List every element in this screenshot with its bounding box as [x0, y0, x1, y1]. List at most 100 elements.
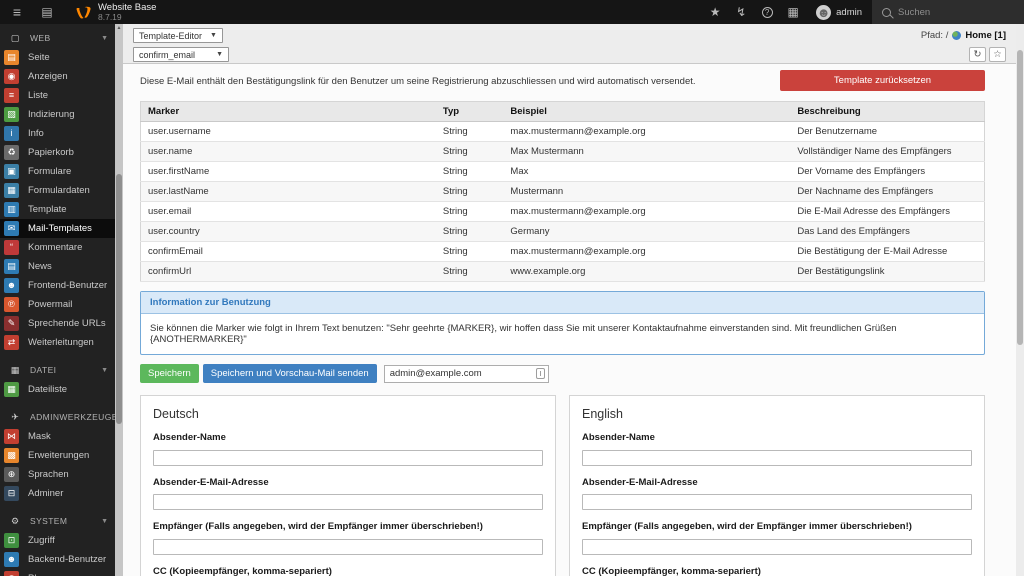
sidebar-item-papierkorb[interactable]: ♻Papierkorb	[0, 143, 115, 162]
user-menu[interactable]: ☻ admin	[806, 0, 872, 24]
preview-email-input[interactable]	[390, 368, 536, 379]
module-list-icon[interactable]: ▤	[34, 0, 60, 24]
sidebar-item-anzeigen[interactable]: ◉ Anzeigen	[0, 67, 115, 86]
sidebar-item-planer[interactable]: ◷Planer	[0, 569, 115, 576]
table-cell: www.example.org	[503, 262, 790, 282]
reset-template-button[interactable]: Template zurücksetzen	[780, 70, 985, 91]
paper-plane-icon: ✈	[9, 412, 21, 423]
eye-icon: ◉	[4, 69, 19, 84]
table-cell: String	[436, 142, 504, 162]
module-function-select[interactable]: Template-Editor ▼	[133, 28, 223, 43]
template-select[interactable]: confirm_email ▼	[133, 47, 229, 62]
image-icon: ▦	[9, 365, 21, 376]
sidebar-item-formulardaten[interactable]: ▦Formulardaten	[0, 181, 115, 200]
save-button[interactable]: Speichern	[140, 364, 199, 383]
panel-title: English	[582, 407, 972, 421]
sidebar-item-news[interactable]: ▤News	[0, 257, 115, 276]
sidebar-item-backend-benutzer[interactable]: ☻Backend-Benutzer	[0, 550, 115, 569]
module-menu: ▢WEB▼▤Seite ◉ Anzeigen ≡Liste▧IndizierungiI…	[0, 24, 115, 576]
sidebar-item-label: Frontend-Benutzer	[28, 280, 107, 291]
sidebar-item-info[interactable]: iInfo	[0, 124, 115, 143]
mask-icon: ⋈	[4, 429, 19, 444]
scroll-up-icon[interactable]: ▲	[115, 25, 123, 31]
table-row: user.firstNameStringMaxDer Vorname des E…	[141, 162, 985, 182]
sidebar-item-indizierung[interactable]: ▧Indizierung	[0, 105, 115, 124]
sidebar-item-label: Zugriff	[28, 535, 55, 546]
field-label: Empfänger (Falls angegeben, wird der Emp…	[582, 521, 972, 532]
doc-header: Template-Editor ▼ Pfad: / Home [1] confi…	[123, 24, 1016, 64]
collapse-icon[interactable]: ▼	[101, 518, 108, 525]
table-cell: Der Vorname des Empfängers	[790, 162, 984, 182]
collapse-icon[interactable]: ▼	[101, 35, 108, 42]
marker-table: MarkerTypBeispielBeschreibung user.usern…	[140, 101, 985, 282]
deutsch-absender-e-mail-adresse-input[interactable]	[153, 494, 543, 510]
refresh-button[interactable]: ↻	[969, 47, 986, 62]
extensions-icon: ▩	[4, 448, 19, 463]
table-cell: user.country	[141, 222, 436, 242]
field-label: Absender-E-Mail-Adresse	[582, 477, 972, 488]
sidebar-item-frontend-benutzer[interactable]: ☻Frontend-Benutzer	[0, 276, 115, 295]
sidebar-item-sprachen[interactable]: ⊕Sprachen	[0, 465, 115, 484]
section-header-adminwerkzeuge[interactable]: ✈ADMINWERKZEUGE▼	[0, 407, 115, 427]
sidebar-item-mask[interactable]: ⋈Mask	[0, 427, 115, 446]
save-preview-button[interactable]: Speichern und Vorschau-Mail senden	[203, 364, 377, 383]
sidebar-scrollbar-thumb[interactable]	[116, 174, 122, 424]
section-header-web[interactable]: ▢WEB▼	[0, 28, 115, 48]
bookmark-star-icon[interactable]: ★	[702, 0, 728, 24]
deutsch-empf-nger-input[interactable]	[153, 539, 543, 555]
topbar: ≡ ▤ Website Base 8.7.19 ★ ↯ ? ▦ ☻ admin …	[0, 0, 1024, 24]
sidebar-item-mail-templates[interactable]: ✉Mail-Templates	[0, 219, 115, 238]
form-field: CC (Kopieempfänger, komma-separiert)	[153, 566, 543, 576]
main-scrollbar[interactable]	[1016, 24, 1024, 576]
main-scrollbar-thumb[interactable]	[1017, 50, 1023, 345]
lock-icon: ⊡	[4, 533, 19, 548]
table-cell: confirmEmail	[141, 242, 436, 262]
sidebar-item-adminer[interactable]: ⊟Adminer	[0, 484, 115, 503]
sidebar-item-erweiterungen[interactable]: ▩Erweiterungen	[0, 446, 115, 465]
english-absender-e-mail-adresse-input[interactable]	[582, 494, 972, 510]
sidebar-item-sprechende-urls[interactable]: ✎Sprechende URLs	[0, 314, 115, 333]
section-header-datei[interactable]: ▦DATEI▼	[0, 360, 115, 380]
panel-english: EnglishAbsender-NameAbsender-E-Mail-Adre…	[569, 395, 985, 576]
table-cell: String	[436, 262, 504, 282]
grid-icon[interactable]: ▦	[780, 0, 806, 24]
typo3-logo	[76, 5, 91, 20]
info-box-title[interactable]: Information zur Benutzung	[141, 292, 984, 314]
sidebar-item-powermail[interactable]: ℗Powermail	[0, 295, 115, 314]
sidebar-item-label: Anzeigen	[28, 71, 68, 82]
form-field: Empfänger (Falls angegeben, wird der Emp…	[153, 521, 543, 555]
sidebar-item-label: Info	[28, 128, 44, 139]
form-field: CC (Kopieempfänger, komma-separiert)	[582, 566, 972, 576]
search-box[interactable]: Suchen	[872, 0, 1024, 24]
table-cell: String	[436, 182, 504, 202]
sidebar-item-formulare[interactable]: ▣Formulare	[0, 162, 115, 181]
sidebar-item-template[interactable]: ▥Template	[0, 200, 115, 219]
sidebar-item-label: Backend-Benutzer	[28, 554, 106, 565]
bookmark-button[interactable]: ☆	[989, 47, 1006, 62]
clear-input-icon[interactable]	[536, 368, 545, 379]
collapse-icon[interactable]: ▼	[101, 367, 108, 374]
sidebar-item-seite[interactable]: ▤Seite	[0, 48, 115, 67]
path-page: Home [1]	[965, 30, 1006, 41]
table-row: confirmEmailStringmax.mustermann@example…	[141, 242, 985, 262]
sidebar-scrollbar[interactable]: ▲	[115, 24, 123, 576]
field-label: CC (Kopieempfänger, komma-separiert)	[582, 566, 972, 576]
form-field: Absender-E-Mail-Adresse	[582, 477, 972, 511]
english-empf-nger-input[interactable]	[582, 539, 972, 555]
help-icon[interactable]: ?	[754, 0, 780, 24]
sidebar-item-zugriff[interactable]: ⊡ Zugriff	[0, 531, 115, 550]
deutsch-absender-name-input[interactable]	[153, 450, 543, 466]
section-header-system[interactable]: ⚙SYSTEM▼	[0, 511, 115, 531]
panel-deutsch: DeutschAbsender-NameAbsender-E-Mail-Adre…	[140, 395, 556, 576]
sidebar-item-kommentare[interactable]: “Kommentare	[0, 238, 115, 257]
sidebar-item-liste[interactable]: ≡Liste	[0, 86, 115, 105]
sidebar-item-weiterleitungen[interactable]: ⇄Weiterleitungen	[0, 333, 115, 352]
page-globe-icon	[952, 31, 961, 40]
menu-toggle-icon[interactable]: ≡	[0, 0, 34, 24]
sidebar-item-dateiliste[interactable]: ▦Dateiliste	[0, 380, 115, 399]
english-absender-name-input[interactable]	[582, 450, 972, 466]
form-data-icon: ▦	[4, 183, 19, 198]
chevron-down-icon: ▼	[210, 32, 217, 39]
bolt-icon[interactable]: ↯	[728, 0, 754, 24]
section-label: WEB	[30, 33, 101, 43]
